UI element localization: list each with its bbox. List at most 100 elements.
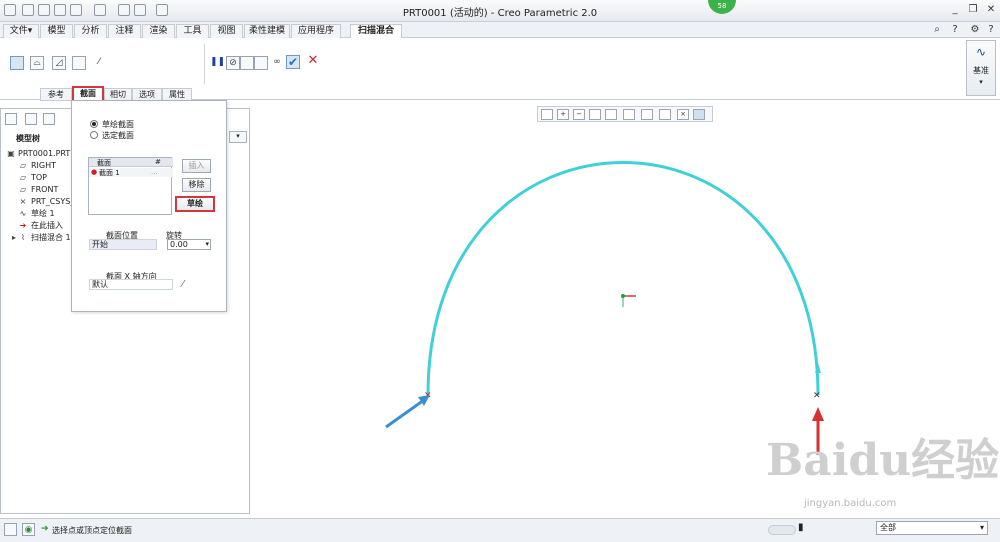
tab-applications[interactable]: 应用程序 — [291, 24, 341, 38]
search-icon[interactable]: ⌕ — [930, 23, 944, 37]
location-field[interactable]: 开始 — [89, 239, 157, 250]
display-style-icon[interactable] — [605, 109, 617, 120]
surface-icon[interactable]: ⌓ — [30, 56, 44, 70]
repaint-icon[interactable] — [589, 109, 601, 120]
tree-icon[interactable] — [5, 113, 17, 125]
flip-axis-icon[interactable]: ⁄ — [182, 279, 184, 290]
help-question-icon[interactable]: ? — [984, 23, 998, 37]
row-section-num: ... — [151, 168, 158, 176]
csys-icon: ⨯ — [19, 197, 27, 206]
smart-select-toggle[interactable] — [768, 525, 796, 535]
sketch-button[interactable]: 草绘 — [175, 196, 215, 212]
radio-selected-label: 选定截面 — [102, 131, 134, 140]
cancel-x-icon[interactable]: ✕ — [306, 54, 320, 69]
subtab-references[interactable]: 参考 — [40, 88, 72, 101]
message-arrow-icon: ➔ — [41, 524, 49, 534]
selection-filter-dropdown[interactable]: 全部 ▾ — [876, 521, 988, 535]
insert-arrow-icon: ➔ — [19, 221, 27, 230]
tab-render[interactable]: 渲染 — [142, 24, 175, 38]
error-dot-icon: ● — [91, 168, 98, 176]
close-icon[interactable]: ✕ — [984, 3, 998, 17]
remove-button[interactable]: 移除 — [182, 178, 211, 192]
tree-toggle-icon[interactable] — [4, 523, 17, 536]
tab-model[interactable]: 模型 — [40, 24, 73, 38]
csys-origin-icon — [621, 294, 625, 298]
browser-toggle-icon[interactable]: ◉ — [22, 523, 35, 536]
tab-swept-blend[interactable]: 扫描混合 — [350, 24, 402, 39]
tree-header: 模型树 — [16, 134, 40, 143]
blue-arrow-shaft — [385, 398, 425, 429]
datum-plane-icon: ▱ — [19, 161, 27, 170]
datum-label: 基准 — [973, 66, 989, 75]
solid-icon[interactable] — [10, 56, 24, 70]
view-manager-icon[interactable] — [641, 109, 653, 120]
preview-geometry-icon[interactable] — [240, 56, 254, 70]
watermark: Baidu经验 jingyan.baidu.com — [760, 436, 1000, 518]
datum-curve-icon: ∿ — [975, 45, 987, 59]
tab-flexible-modeling[interactable]: 柔性建模 — [244, 24, 290, 38]
tree-item-sketch[interactable]: 草绘 1 — [31, 208, 55, 220]
zoom-out-icon[interactable]: − — [573, 109, 585, 120]
tree-item-part[interactable]: PRT0001.PRT — [18, 148, 70, 160]
filter-icon[interactable]: ▮ — [798, 522, 804, 533]
thicken-icon[interactable] — [72, 56, 86, 70]
ribbon-tabs: 文件▾ 模型 分析 注释 渲染 工具 视图 柔性建模 应用程序 扫描混合 ⌕ ?… — [0, 22, 1000, 39]
rotation-value: 0.00 — [170, 240, 188, 249]
col-header-num: # — [155, 158, 161, 166]
glasses-icon[interactable]: ∞ — [270, 56, 284, 70]
tree-item-front[interactable]: FRONT — [31, 184, 58, 196]
tree-item-top[interactable]: TOP — [31, 172, 47, 184]
saved-views-icon[interactable] — [623, 109, 635, 120]
red-arrow-icon — [812, 407, 824, 421]
graphics-toolbar: + − × — [537, 106, 713, 122]
perspective-icon[interactable] — [659, 109, 671, 120]
refit-icon[interactable] — [541, 109, 553, 120]
title-bar: PRT0001 (活动的) - Creo Parametric 2.0 _ ❐ … — [0, 0, 1000, 22]
tree-item-swept-blend[interactable]: 扫描混合 1 — [31, 232, 71, 244]
tree-item-insert-here[interactable]: 在此插入 — [31, 220, 63, 232]
status-bar: ◉ ➔ 选择点或顶点定位截面 ▮ — [0, 518, 1000, 542]
chevron-down-icon: ▾ — [979, 78, 983, 86]
datum-plane-icon: ▱ — [19, 173, 27, 182]
remove-material-icon[interactable]: ◿ — [52, 56, 66, 70]
xaxis-field[interactable]: 默认 — [89, 279, 173, 290]
chevron-down-icon: ▾ — [205, 240, 209, 248]
table-header: 截面 # — [89, 158, 173, 167]
tab-view[interactable]: 视图 — [210, 24, 243, 38]
spin-center-icon[interactable] — [693, 109, 705, 120]
datum-display-icon[interactable]: × — [677, 109, 689, 120]
tree-settings-dropdown[interactable]: ▾ — [229, 131, 247, 143]
datum-button[interactable]: ∿ 基准 ▾ — [966, 40, 996, 96]
sections-table: 截面 # ● 截面 1 ... — [88, 157, 173, 215]
flip-icon[interactable]: ⁄ — [92, 56, 106, 70]
trajectory-curve — [426, 161, 820, 396]
tab-tools[interactable]: 工具 — [176, 24, 209, 38]
insert-button[interactable]: 插入 — [182, 159, 211, 173]
minimize-icon[interactable]: _ — [948, 3, 962, 17]
pause-icon[interactable]: ❚❚ — [210, 56, 225, 70]
zoom-in-icon[interactable]: + — [557, 109, 569, 120]
radio-sketched-label: 草绘截面 — [102, 120, 134, 129]
tab-file[interactable]: 文件▾ — [3, 24, 39, 38]
radio-sketched-section[interactable] — [90, 120, 98, 128]
chevron-down-icon: ▾ — [979, 523, 984, 532]
table-row[interactable]: ● 截面 1 ... — [89, 168, 173, 177]
status-message: 选择点或顶点定位截面 — [52, 526, 132, 535]
tab-analysis[interactable]: 分析 — [74, 24, 107, 38]
swept-blend-icon: ⌇ — [21, 233, 25, 242]
no-preview-icon[interactable]: ⊘ — [226, 56, 240, 70]
apply-check-icon[interactable]: ✔ — [286, 55, 300, 69]
layers-icon[interactable] — [25, 113, 37, 125]
folder-icon[interactable] — [43, 113, 55, 125]
rotation-input[interactable]: 0.00 ▾ — [167, 239, 211, 250]
tree-item-right[interactable]: RIGHT — [31, 160, 56, 172]
verify-icon[interactable] — [254, 56, 268, 70]
restore-icon[interactable]: ❐ — [966, 3, 980, 17]
help-icon[interactable]: ? — [948, 23, 962, 37]
divider — [204, 44, 205, 84]
tab-annotate[interactable]: 注释 — [108, 24, 141, 38]
radio-selected-section[interactable] — [90, 131, 98, 139]
filter-value: 全部 — [880, 523, 896, 532]
settings-icon[interactable]: ⚙ — [968, 23, 982, 37]
ribbon: ⌓ ◿ ⁄ ❚❚ ⊘ ∞ ✔ ✕ 参考 截面 相切 选项 属性 — [0, 38, 1000, 103]
